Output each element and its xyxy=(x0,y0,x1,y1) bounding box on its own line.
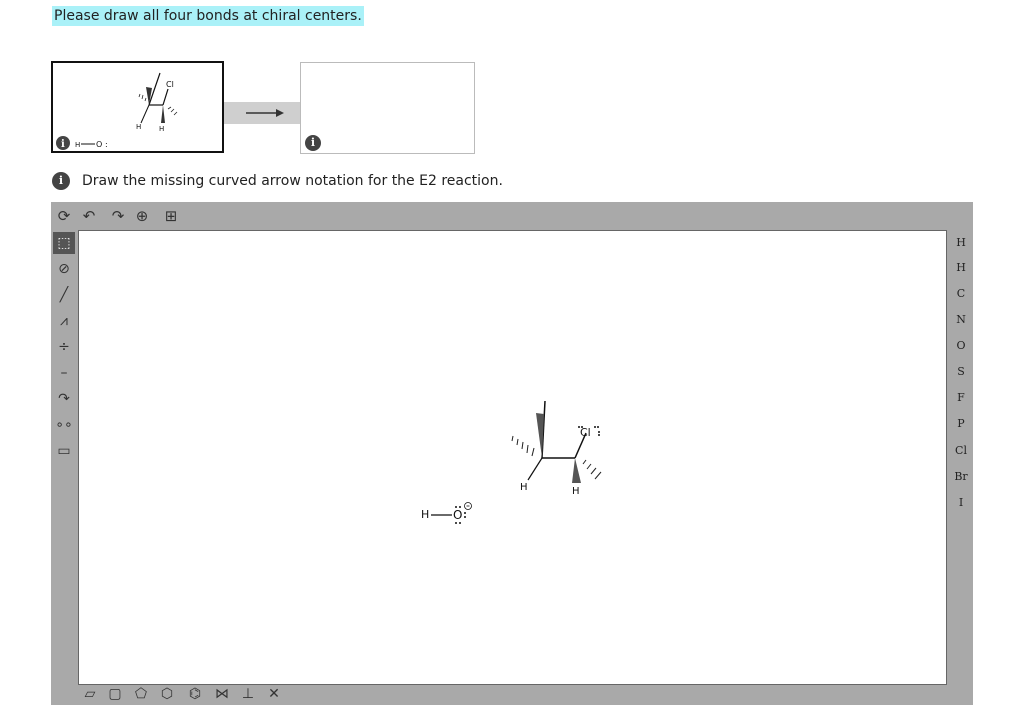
cyclobutane-icon[interactable]: ▢ xyxy=(105,684,125,704)
reaction-arrow xyxy=(224,102,300,124)
single-bond-tool[interactable]: – xyxy=(53,362,75,384)
branch-icon[interactable]: ✕ xyxy=(264,684,284,704)
bond-tool[interactable]: ╱ xyxy=(53,284,75,306)
select-tool[interactable]: ⬚ xyxy=(53,232,75,254)
product-preview-panel[interactable]: i xyxy=(300,62,475,154)
element-cl[interactable]: Cl xyxy=(948,444,974,457)
svg-text:H: H xyxy=(159,125,164,133)
element-o[interactable]: O xyxy=(948,339,974,352)
instruction-text: Please draw all four bonds at chiral cen… xyxy=(52,6,364,26)
cyclopentane-icon[interactable]: ⬠ xyxy=(131,684,151,704)
svg-text:H: H xyxy=(75,141,80,149)
element-f[interactable]: F xyxy=(948,391,974,404)
element-br[interactable]: Br xyxy=(948,470,974,483)
hydrogen-label: H xyxy=(520,482,528,493)
zoom-icon[interactable]: ⊕ xyxy=(131,205,153,227)
periodic-table-button[interactable]: H xyxy=(948,236,974,249)
eraser-tool[interactable]: ⊘ xyxy=(53,258,75,280)
template-icon[interactable]: ⊞ xyxy=(160,205,182,227)
info-icon[interactable]: i xyxy=(52,172,70,190)
chlorine-label: Cl xyxy=(580,426,591,439)
tbutyl-icon[interactable]: ⊥ xyxy=(238,684,258,704)
prompt-text: Draw the missing curved arrow notation f… xyxy=(82,173,503,189)
shape-tool[interactable]: ▱ xyxy=(80,684,100,704)
element-c[interactable]: C xyxy=(948,287,974,300)
element-i[interactable]: I xyxy=(948,496,974,509)
element-p[interactable]: P xyxy=(948,417,974,430)
svg-text:O: O xyxy=(96,140,102,149)
hydroxide-o-label: O xyxy=(453,508,462,522)
lone-pair-tool[interactable]: ∘∘ xyxy=(53,414,75,436)
chair-icon[interactable]: ⋈ xyxy=(212,684,232,704)
undo-icon[interactable]: ↶ xyxy=(78,205,100,227)
hydroxide-h-label: H xyxy=(421,508,429,521)
cyclohexane-icon[interactable]: ⬡ xyxy=(157,684,177,704)
molecule-drawing: Cl H H H O xyxy=(421,400,602,524)
reactant-preview-panel[interactable]: Cl H H i H O : xyxy=(51,61,224,153)
svg-text:H: H xyxy=(136,123,141,131)
svg-text:Cl: Cl xyxy=(166,80,174,89)
element-s[interactable]: S xyxy=(948,365,974,378)
rotate-icon[interactable]: ⟳ xyxy=(53,205,75,227)
reactant-thumbnail: Cl H H i H O : xyxy=(56,72,178,150)
info-icon[interactable]: i xyxy=(305,135,321,151)
redo-icon[interactable]: ↷ xyxy=(107,205,129,227)
hydrogen-label: H xyxy=(572,486,580,497)
rectangle-tool[interactable]: ▭ xyxy=(53,440,75,462)
charge-tool[interactable]: ÷ xyxy=(53,336,75,358)
benzene-icon[interactable]: ⌬ xyxy=(185,684,205,704)
drawing-canvas[interactable]: Cl H H H O xyxy=(78,230,947,685)
svg-text:i: i xyxy=(61,139,65,150)
chain-tool[interactable]: ⩘ xyxy=(53,310,75,332)
element-n[interactable]: N xyxy=(948,313,974,326)
element-h[interactable]: H xyxy=(948,261,974,274)
curved-arrow-tool[interactable]: ↷ xyxy=(53,388,75,410)
svg-text::: : xyxy=(105,140,108,149)
